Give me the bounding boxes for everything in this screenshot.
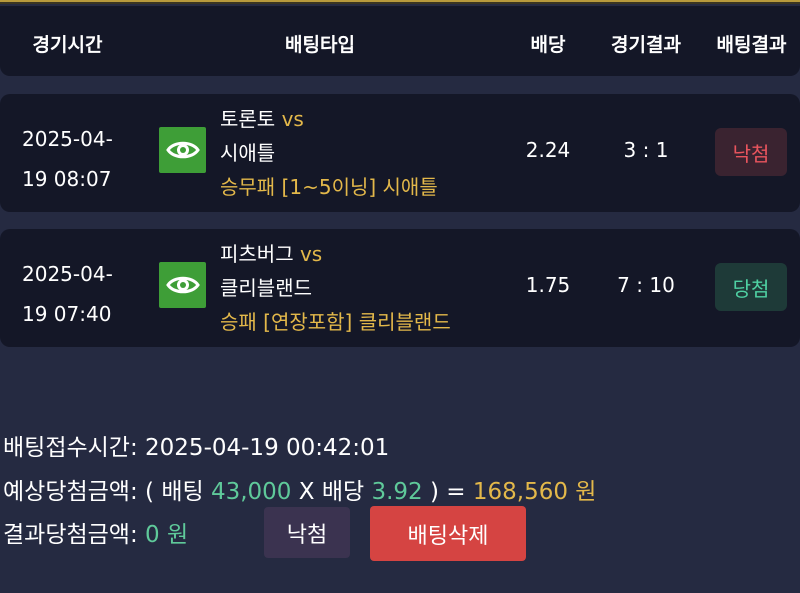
received-time-line: 배팅접수시간: 2025-04-19 00:42:01 <box>3 428 389 462</box>
actual-win-line: 결과당첨금액: 0 원 <box>3 515 188 549</box>
header-match-result: 경기결과 <box>611 34 681 56</box>
header-bet-type: 배팅타입 <box>285 34 355 56</box>
bet-type: 피츠버그 vs 클리블랜드 승패 [연장포함] 클리블랜드 <box>220 237 451 339</box>
vs-label: vs <box>281 107 304 131</box>
expected-win-label: 예상당첨금액: <box>3 479 138 505</box>
bet-type: 토론토 vs 시애틀 승무패 [1~5이닝] 시애틀 <box>220 102 438 204</box>
match-time: 2025-04- 19 08:07 <box>22 119 132 199</box>
view-button[interactable] <box>159 127 206 173</box>
header-time: 경기시간 <box>32 34 103 56</box>
actual-win-label: 결과당첨금액: <box>3 522 138 548</box>
bet-amount: 43,000 <box>210 479 292 505</box>
home-team: 토론토 <box>220 107 276 131</box>
eye-icon <box>165 141 200 159</box>
match-clock: 19 07:40 <box>22 302 112 326</box>
match-time: 2025-04- 19 07:40 <box>22 254 132 334</box>
header-bet-result: 배팅결과 <box>716 34 787 56</box>
match-date: 2025-04- <box>22 127 113 151</box>
table-row: 2025-04- 19 08:07 토론토 vs 시애틀 승무패 [1~5이닝]… <box>0 94 800 212</box>
bet-pick: 승무패 [1~5이닝] 시애틀 <box>220 175 438 199</box>
bet-result-badge: 낙첨 <box>715 128 787 176</box>
home-team: 피츠버그 <box>220 242 294 266</box>
close-equals: ) = <box>429 479 466 505</box>
match-score: 7 : 10 <box>617 273 675 297</box>
match-date: 2025-04- <box>22 262 113 286</box>
total-odds: 3.92 <box>371 479 423 505</box>
odds-value: 2.24 <box>525 138 571 162</box>
top-border <box>0 0 800 4</box>
received-time-label: 배팅접수시간: <box>3 435 138 461</box>
away-team: 클리블랜드 <box>220 276 312 300</box>
vs-label: vs <box>299 242 323 266</box>
odds-value: 1.75 <box>525 273 571 297</box>
table-row: 2025-04- 19 07:40 피츠버그 vs 클리블랜드 승패 [연장포함… <box>0 229 800 347</box>
header-odds: 배당 <box>530 34 566 56</box>
expected-win-line: 예상당첨금액: ( 배팅 43,000 X 배당 3.92 ) = 168,56… <box>3 472 596 506</box>
top-border-accent <box>0 0 800 2</box>
delete-bet-button[interactable]: 배팅삭제 <box>370 506 526 561</box>
times-odds-label: X 배당 <box>298 479 365 505</box>
match-clock: 19 08:07 <box>22 167 112 191</box>
expected-amount: 168,560 원 <box>472 479 597 505</box>
away-team: 시애틀 <box>220 141 276 165</box>
received-time-value: 2025-04-19 00:42:01 <box>145 435 390 461</box>
view-button[interactable] <box>159 262 206 308</box>
match-score: 3 : 1 <box>623 138 669 162</box>
expected-open: ( 배팅 <box>145 479 204 505</box>
bet-pick: 승패 [연장포함] 클리블랜드 <box>220 310 451 334</box>
actual-amount: 0 원 <box>145 522 189 548</box>
table-header: 경기시간 배팅타입 배당 경기결과 배팅결과 <box>0 6 800 76</box>
status-lose-button[interactable]: 낙첨 <box>264 507 350 558</box>
eye-icon <box>165 276 200 294</box>
bet-result-badge: 당첨 <box>715 263 787 311</box>
